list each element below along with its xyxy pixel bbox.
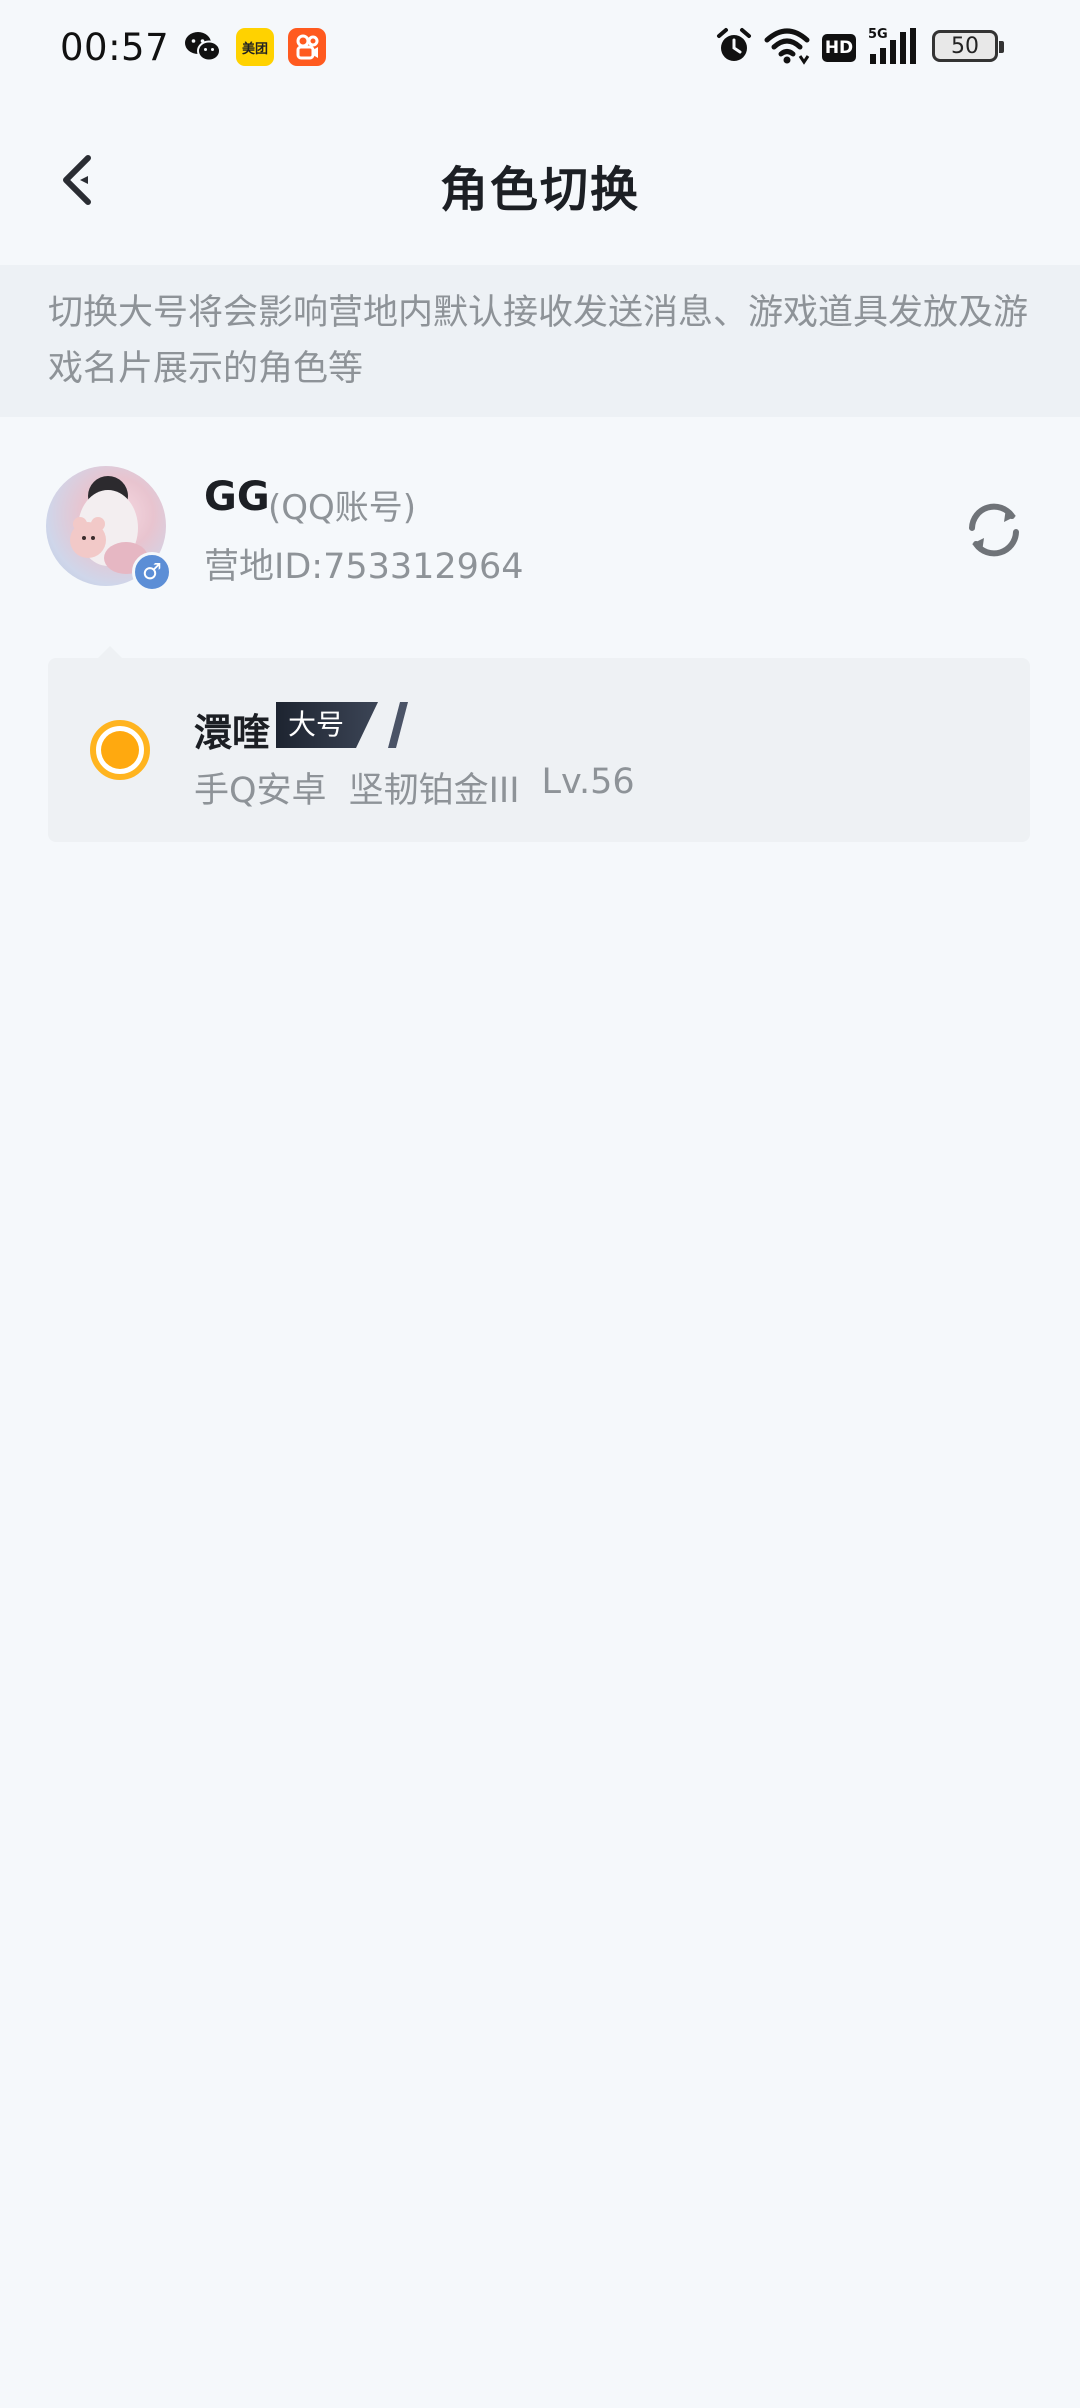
account-row: ♂ GG (QQ账号) 营地ID:753312964 <box>0 460 1080 600</box>
refresh-button[interactable] <box>960 496 1028 564</box>
kuaishou-icon <box>288 28 326 66</box>
role-card[interactable]: 澴喹 大号 手Q安卓 坚韧铂金III Lv.56 <box>48 646 1030 842</box>
notice-banner: 切换大号将会影响营地内默认接收发送消息、游戏道具发放及游戏名片展示的角色等 <box>0 265 1080 417</box>
tag-slash-decoration <box>388 702 408 748</box>
role-info: 手Q安卓 坚韧铂金III Lv.56 <box>194 762 635 813</box>
role-name: 澴喹 <box>194 711 271 755</box>
battery-indicator: 50 <box>932 30 1004 62</box>
main-account-tag: 大号 <box>276 702 378 748</box>
avatar-container[interactable]: ♂ <box>46 466 172 592</box>
notice-text: 切换大号将会影响营地内默认接收发送消息、游戏道具发放及游戏名片展示的角色等 <box>48 293 1029 389</box>
network-type-label: 5G <box>868 27 888 42</box>
role-rank: 坚韧铂金III <box>348 771 520 811</box>
role-radio-selected[interactable] <box>90 720 150 780</box>
account-type: (QQ账号) <box>268 488 417 528</box>
role-switch-screen: 00:57 美团 HD 5G 50 角色切换 切换大号将会影响营地内默认接收发送… <box>0 0 1080 2408</box>
hd-badge: HD <box>822 34 856 62</box>
account-name: GG <box>204 474 270 520</box>
role-level: Lv.56 <box>541 762 635 802</box>
nav-header: 角色切换 <box>0 120 1080 240</box>
role-platform: 手Q安卓 <box>194 771 327 811</box>
radio-dot <box>101 731 139 769</box>
signal-icon: 5G <box>868 26 920 70</box>
wifi-icon <box>764 26 810 70</box>
refresh-icon <box>969 503 1019 557</box>
status-time: 00:57 <box>60 26 170 69</box>
alarm-icon <box>714 26 754 70</box>
page-title: 角色切换 <box>439 162 640 218</box>
meituan-icon: 美团 <box>236 28 274 66</box>
wechat-icon <box>184 28 222 66</box>
status-bar: 00:57 美团 HD 5G 50 <box>0 0 1080 96</box>
male-gender-icon: ♂ <box>132 552 172 592</box>
camp-id: 营地ID:753312964 <box>204 547 524 587</box>
